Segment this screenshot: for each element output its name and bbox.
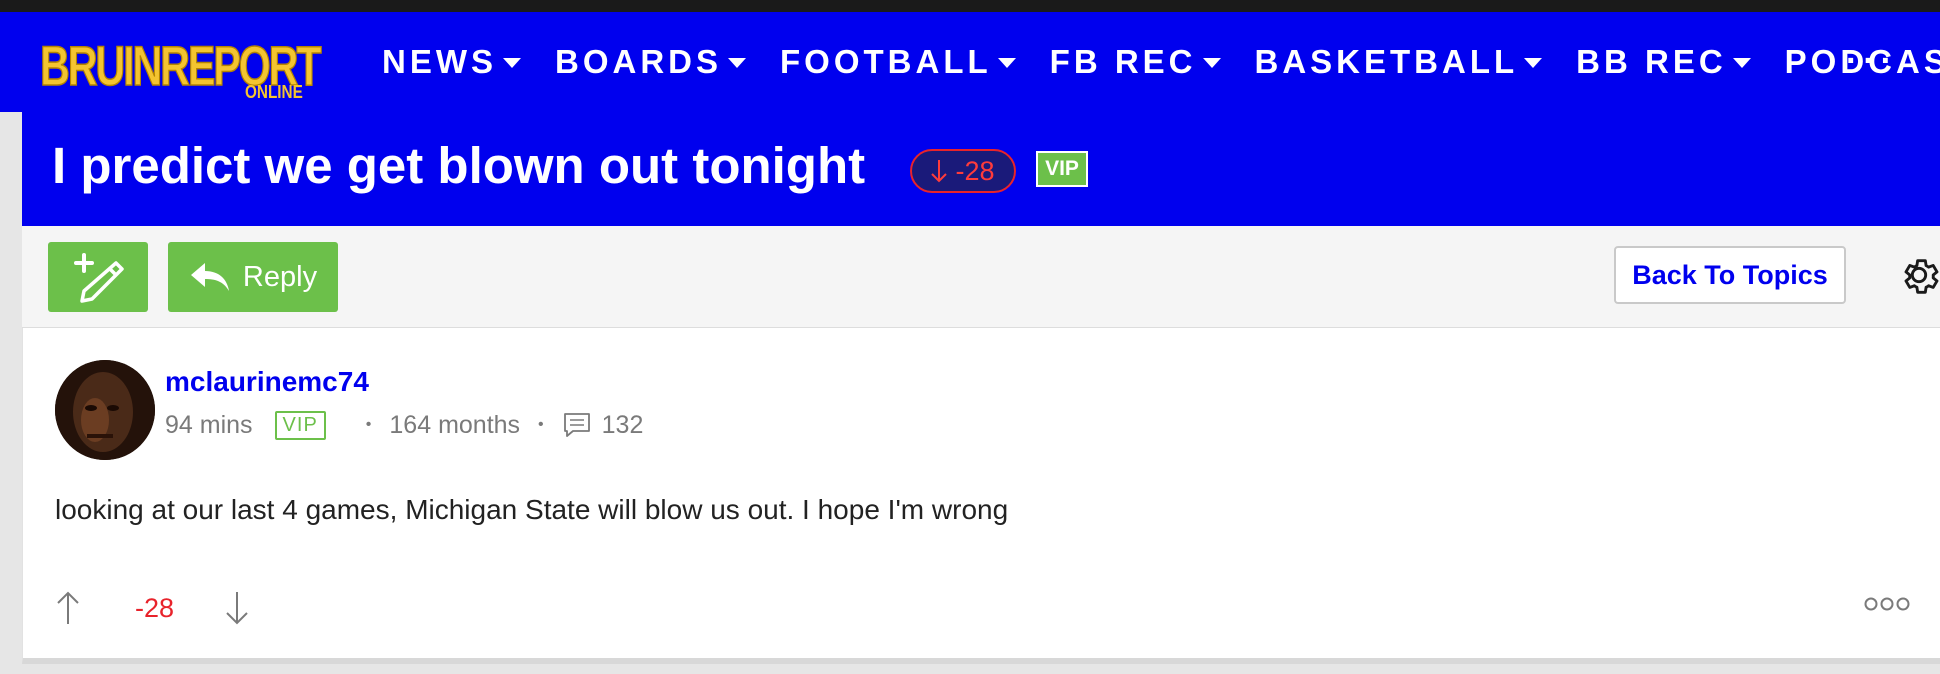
- nav-basketball-label: BASKETBALL: [1254, 43, 1519, 80]
- post-username[interactable]: mclaurinemc74: [165, 366, 369, 398]
- logo-subtext: ONLINE: [245, 82, 303, 102]
- member-duration: 164 months: [389, 410, 521, 439]
- reply-label: Reply: [242, 260, 318, 293]
- nav-football[interactable]: FOOTBALL: [780, 43, 1016, 81]
- nav-news-label: NEWS: [382, 43, 497, 80]
- nav-basketball[interactable]: BASKETBALL: [1255, 43, 1543, 81]
- nav-news[interactable]: NEWS: [382, 43, 521, 81]
- top-image-strip: [0, 0, 1940, 12]
- thread-vote-score: -28: [910, 149, 1016, 193]
- avatar[interactable]: [55, 360, 155, 460]
- thread-score-value: -28: [955, 155, 995, 186]
- separator-dot: •: [538, 416, 544, 433]
- site-logo[interactable]: BRUINREPORT ONLINE: [39, 32, 322, 104]
- new-post-icon: [74, 253, 124, 303]
- thread-toolbar: Reply Back To Topics: [22, 226, 1940, 328]
- chevron-down-icon: [997, 58, 1016, 68]
- comment-icon: [563, 413, 590, 437]
- arrow-down-icon: [931, 160, 948, 183]
- avatar-photo: [55, 360, 155, 460]
- reply-button[interactable]: Reply: [168, 242, 338, 312]
- vip-badge: VIP: [274, 410, 326, 440]
- thread-title: I predict we get blown out tonight: [52, 137, 866, 194]
- chevron-down-icon: [503, 58, 521, 68]
- new-post-button[interactable]: [48, 242, 148, 312]
- nav-football-label: FOOTBALL: [780, 43, 992, 80]
- post-vote-row: -28: [55, 586, 250, 630]
- post-meta: 94 mins VIP • 164 months • 132: [165, 410, 643, 440]
- post-body: looking at our last 4 games, Michigan St…: [55, 494, 1009, 525]
- arrow-down-icon[interactable]: [224, 590, 250, 626]
- post-score: -28: [135, 592, 175, 623]
- main-nav: NEWS BOARDS FOOTBALL FB REC BASKETBALL B…: [382, 12, 1940, 112]
- nav-bb-rec-label: BB REC: [1576, 43, 1727, 80]
- more-options-icon[interactable]: [1863, 592, 1911, 616]
- chevron-down-icon: [1732, 58, 1751, 68]
- back-to-topics-button[interactable]: Back To Topics: [1614, 246, 1846, 304]
- site-navbar: BRUINREPORT ONLINE NEWS BOARDS FOOTBALL …: [0, 12, 1940, 112]
- chevron-down-icon: [728, 58, 747, 68]
- reply-arrow-icon: [190, 263, 229, 291]
- chevron-down-icon: [1202, 58, 1221, 68]
- nav-fb-rec-label: FB REC: [1049, 43, 1197, 80]
- comment-count: 132: [601, 410, 644, 439]
- thread-title-bar: I predict we get blown out tonight -28 V…: [22, 112, 1940, 226]
- nav-fb-rec[interactable]: FB REC: [1050, 43, 1221, 81]
- nav-boards[interactable]: BOARDS: [555, 43, 747, 81]
- arrow-up-icon[interactable]: [55, 590, 81, 626]
- separator-dot: •: [365, 416, 372, 433]
- vip-badge: VIP: [1036, 151, 1088, 187]
- post-time: 94 mins: [165, 410, 253, 439]
- nav-bb-rec[interactable]: BB REC: [1576, 43, 1751, 81]
- post-card: mclaurinemc74 94 mins VIP • 164 months •…: [22, 328, 1940, 664]
- nav-more-button[interactable]: ···: [1846, 42, 1898, 81]
- chevron-down-icon: [1524, 58, 1543, 68]
- nav-boards-label: BOARDS: [555, 43, 723, 80]
- gear-icon[interactable]: [1896, 252, 1940, 298]
